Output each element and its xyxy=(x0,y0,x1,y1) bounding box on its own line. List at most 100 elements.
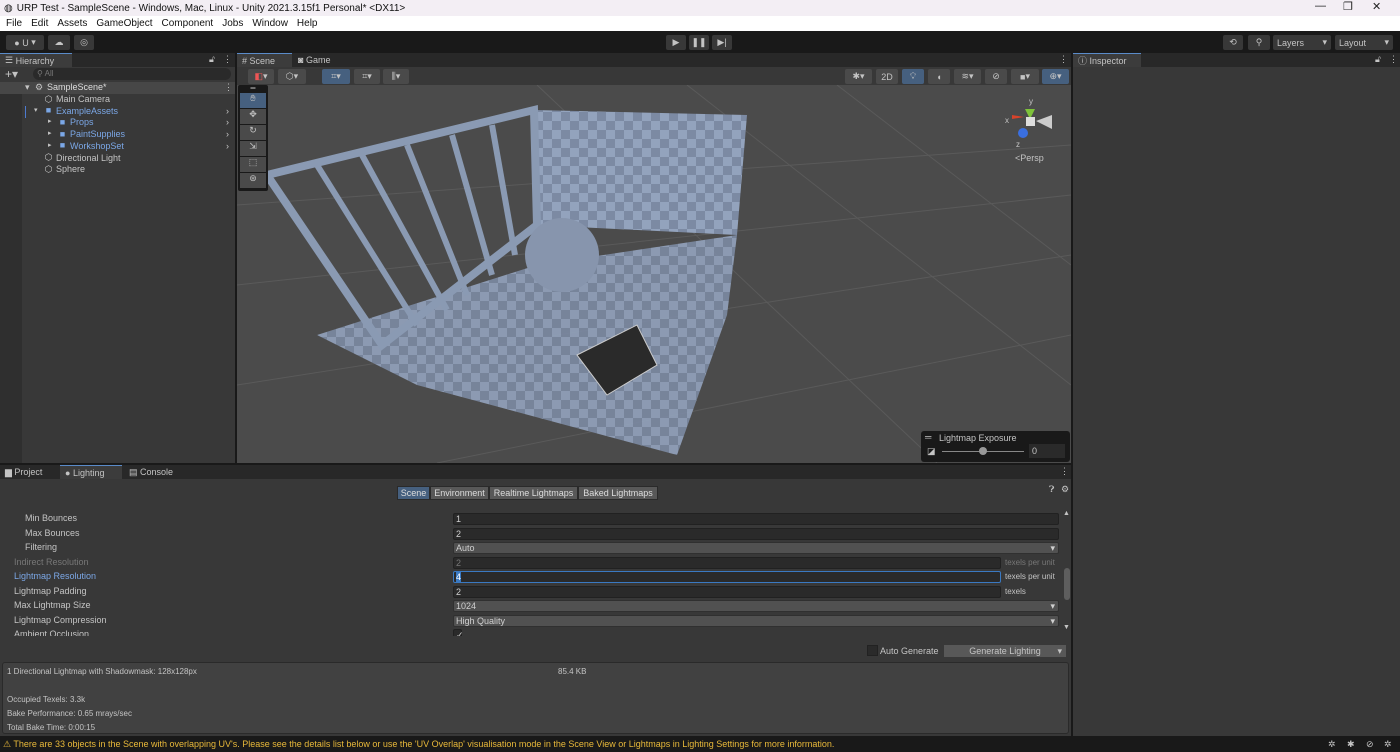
lock-icon[interactable]: 🔓︎ xyxy=(1375,54,1381,65)
scroll-down-icon[interactable]: ▼ xyxy=(1063,624,1070,631)
more-menu-icon[interactable]: ⋮ xyxy=(1389,54,1398,65)
projection-label[interactable]: <Persp xyxy=(1015,153,1044,163)
gizmos-dropdown[interactable]: ⊕ ▾ xyxy=(1042,69,1069,84)
expand-arrow-icon[interactable]: ▾ xyxy=(34,106,38,114)
drag-handle-icon[interactable]: ═ xyxy=(925,432,931,442)
chevron-right-icon[interactable]: › xyxy=(226,106,229,116)
play-button[interactable]: ▶ xyxy=(666,35,686,50)
chevron-right-icon[interactable]: › xyxy=(226,117,229,127)
tab-console[interactable]: ▤ Console xyxy=(124,465,180,479)
expand-arrow-icon[interactable]: ▸ xyxy=(48,117,52,125)
rotate-tool-button[interactable]: ↻ xyxy=(240,125,266,140)
auto-generate-checkbox[interactable] xyxy=(867,645,878,656)
scale-tool-button[interactable]: ⇲ xyxy=(240,141,266,156)
hierarchy-item[interactable]: ▸ ■ WorkshopSet › xyxy=(0,141,235,153)
tab-project[interactable]: ▆ Project xyxy=(0,465,52,479)
settings-scrollbar[interactable]: ▲ ▼ xyxy=(1063,510,1071,634)
minimize-button[interactable]: — xyxy=(1315,0,1326,12)
effects-dropdown[interactable]: ✱ ▾ xyxy=(845,69,872,84)
hierarchy-item[interactable]: ▸ ■ PaintSupplies › xyxy=(0,129,235,141)
render-mode-dropdown[interactable]: ⬡ ▾ xyxy=(278,69,306,84)
menu-assets[interactable]: Assets xyxy=(57,18,87,29)
increment-snap-button[interactable]: ⌗ ▾ xyxy=(354,69,380,84)
menu-gameobject[interactable]: GameObject xyxy=(96,18,152,29)
hierarchy-item[interactable]: ⬡ Directional Light xyxy=(0,153,235,165)
chevron-right-icon[interactable]: › xyxy=(226,141,229,151)
layout-dropdown[interactable]: Layout ▾ xyxy=(1335,35,1393,50)
scroll-up-icon[interactable]: ▲ xyxy=(1063,510,1070,517)
menu-edit[interactable]: Edit xyxy=(31,18,48,29)
align-button[interactable]: ⫼ ▾ xyxy=(383,69,409,84)
more-menu-icon[interactable]: ⋮ xyxy=(223,54,232,65)
account-button[interactable]: ● U ▾ xyxy=(6,35,44,50)
chevron-down-icon[interactable]: ▾ xyxy=(1057,645,1062,657)
chevron-right-icon[interactable]: › xyxy=(226,129,229,139)
subtab-environment[interactable]: Environment xyxy=(430,486,489,500)
hierarchy-item[interactable]: ▸ ■ Props › xyxy=(0,117,235,129)
step-button[interactable]: ▶| xyxy=(712,35,732,50)
slider-thumb[interactable] xyxy=(979,447,987,455)
setting-input[interactable]: 2 xyxy=(453,527,1059,540)
tab-lighting[interactable]: ● Lighting xyxy=(60,465,122,479)
orientation-gizmo[interactable]: y x z <Persp xyxy=(1002,95,1062,165)
menu-component[interactable]: Component xyxy=(162,18,214,29)
hierarchy-item[interactable]: ▾ ■ ExampleAssets › xyxy=(0,105,235,118)
tab-scene[interactable]: # Scene xyxy=(237,53,292,67)
tab-hierarchy[interactable]: ☰ Hierarchy xyxy=(0,53,72,67)
audio-toggle-button[interactable]: ◖ xyxy=(928,69,950,84)
lighting-toggle-button[interactable]: 💡︎ xyxy=(902,69,924,84)
expand-arrow-icon[interactable]: ▸ xyxy=(48,141,52,149)
ambient-occlusion-checkbox[interactable]: ✓ xyxy=(453,629,464,636)
menu-file[interactable]: File xyxy=(6,18,22,29)
tab-inspector[interactable]: ⓘ Inspector xyxy=(1073,53,1141,67)
settings-gear-icon[interactable]: ⚙ xyxy=(1061,484,1069,495)
lock-icon[interactable]: 🔓︎ xyxy=(209,54,215,65)
menu-window[interactable]: Window xyxy=(252,18,288,29)
transform-tool-button[interactable]: ⊛ xyxy=(240,173,266,188)
setting-dropdown[interactable]: High Quality xyxy=(453,614,1059,627)
camera-dropdown[interactable]: ■ ▾ xyxy=(1011,69,1039,84)
hand-tool-button[interactable]: ✋︎ xyxy=(240,93,266,108)
add-button[interactable]: +▾ xyxy=(5,67,18,81)
exposure-value-input[interactable]: 0 xyxy=(1029,444,1065,458)
hidden-objects-button[interactable]: ⊘ xyxy=(985,69,1007,84)
toggle-2d-button[interactable]: 2D xyxy=(876,69,898,84)
menu-help[interactable]: Help xyxy=(297,18,318,29)
history-button[interactable]: ⟲ xyxy=(1223,35,1243,50)
help-icon[interactable]: ❓︎ xyxy=(1049,484,1054,495)
rect-tool-button[interactable]: ⬚ xyxy=(240,157,266,172)
drag-handle-icon[interactable]: ═ xyxy=(238,85,268,93)
pause-button[interactable]: ❚❚ xyxy=(689,35,709,50)
setting-input[interactable]: 2 xyxy=(453,585,1001,598)
scene-root-row[interactable]: ▾ ⚙ SampleScene* ⋮ xyxy=(0,82,235,94)
hierarchy-item[interactable]: ⬡ Sphere xyxy=(0,164,235,176)
tab-game[interactable]: ◙ Game xyxy=(293,53,343,67)
setting-input[interactable]: 4 xyxy=(453,571,1001,583)
hierarchy-item[interactable]: ⬡ Main Camera xyxy=(0,94,235,106)
expand-arrow-icon[interactable]: ▾ xyxy=(25,82,30,93)
layers-dropdown[interactable]: Layers ▾ xyxy=(1273,35,1331,50)
generate-lighting-button[interactable]: Generate Lighting ▾ xyxy=(944,645,1066,657)
more-menu-icon[interactable]: ⋮ xyxy=(1059,54,1068,65)
scene-viewport[interactable]: ═ ✋︎ ✥ ↻ ⇲ ⬚ ⊛ y x z <Persp ═ Lightmap E… xyxy=(237,85,1071,463)
setting-dropdown[interactable]: Auto xyxy=(453,542,1059,554)
draw-mode-dropdown[interactable]: ◧ ▾ xyxy=(248,69,274,84)
search-button[interactable]: ⚲ xyxy=(1248,35,1270,50)
grid-snap-button[interactable]: ⌗ ▾ xyxy=(322,69,350,84)
close-button[interactable]: ✕ xyxy=(1372,0,1381,13)
subtab-baked-lightmaps[interactable]: Baked Lightmaps xyxy=(578,486,658,500)
more-menu-icon[interactable]: ⋮ xyxy=(224,82,233,93)
menu-jobs[interactable]: Jobs xyxy=(222,18,243,29)
scrollbar-thumb[interactable] xyxy=(1064,568,1070,600)
move-tool-button[interactable]: ✥ xyxy=(240,109,266,124)
subtab-scene[interactable]: Scene xyxy=(397,486,430,500)
more-menu-icon[interactable]: ⋮ xyxy=(1060,466,1069,477)
fx-dropdown[interactable]: ≋ ▾ xyxy=(954,69,981,84)
setting-input[interactable]: 1 xyxy=(453,513,1059,525)
expand-arrow-icon[interactable]: ▸ xyxy=(48,129,52,137)
maximize-button[interactable]: ❐ xyxy=(1343,0,1353,13)
cloud-button[interactable]: ☁ xyxy=(48,35,70,50)
hierarchy-search-input[interactable]: ⚲ All xyxy=(33,68,231,80)
collab-button[interactable]: ◎ xyxy=(74,35,94,50)
setting-dropdown[interactable]: 1024 xyxy=(453,600,1059,612)
